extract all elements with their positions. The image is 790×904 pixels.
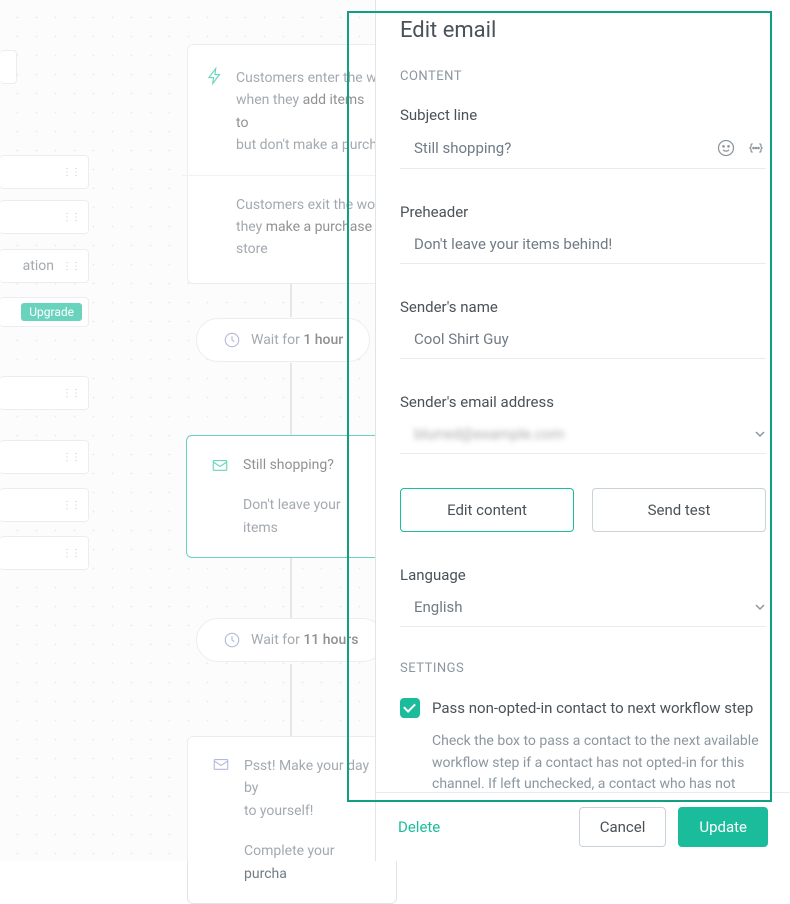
update-button[interactable]: Update [678, 807, 768, 847]
chevron-down-icon [754, 428, 766, 440]
clock-icon [223, 331, 241, 349]
preheader-value: Don't leave your items behind! [400, 235, 766, 253]
language-dropdown[interactable]: English [400, 594, 766, 627]
settings-section-label: SETTINGS [400, 661, 766, 676]
cancel-button[interactable]: Cancel [579, 807, 667, 847]
edit-email-panel: Edit email CONTENT Subject line Still sh… [375, 0, 790, 861]
workflow-email-card[interactable]: Psst! Make your day by to yourself! Comp… [187, 736, 397, 904]
edit-content-button[interactable]: Edit content [400, 488, 574, 532]
sidebar-item[interactable] [0, 376, 89, 410]
sidebar-item-upgrade[interactable]: Upgrade [0, 297, 89, 327]
subject-value: Still shopping? [400, 139, 716, 157]
sidebar-fragment [0, 50, 17, 84]
pass-non-opted-checkbox[interactable] [400, 698, 420, 718]
sidebar-item[interactable] [0, 488, 89, 522]
sidebar-item-ation[interactable]: ation [0, 249, 89, 283]
chevron-down-icon [754, 601, 766, 613]
mail-icon [211, 456, 229, 474]
checkbox-hint: Check the box to pass a contact to the n… [432, 731, 766, 792]
upgrade-badge[interactable]: Upgrade [21, 303, 82, 321]
wait-pill-1hour[interactable]: Wait for 1 hour [196, 318, 370, 362]
panel-title: Edit email [400, 18, 766, 43]
drag-handle-icon[interactable] [62, 391, 80, 396]
trigger-text: Customers enter the w [236, 70, 377, 86]
sender-email-dropdown[interactable]: blurred@example.com [400, 421, 766, 454]
connector-line [290, 664, 292, 736]
sidebar-item[interactable] [0, 536, 89, 570]
preheader-input[interactable]: Don't leave your items behind! [400, 231, 766, 264]
email-subject: Psst! Make your day by [244, 758, 369, 796]
sender-name-value: Cool Shirt Guy [400, 330, 766, 348]
sender-name-label: Sender's name [400, 298, 766, 316]
send-test-button[interactable]: Send test [592, 488, 766, 532]
sidebar-item[interactable] [0, 200, 89, 234]
language-label: Language [400, 566, 766, 584]
drag-handle-icon[interactable] [62, 264, 80, 269]
subject-input[interactable]: Still shopping? [400, 134, 766, 169]
sidebar-item[interactable] [0, 440, 89, 474]
language-value: English [400, 598, 754, 616]
subject-label: Subject line [400, 106, 766, 124]
workflow-trigger-card[interactable]: Customers enter the w when they add item… [187, 44, 397, 284]
mail-icon [212, 755, 230, 773]
panel-footer: Delete Cancel Update [376, 792, 790, 861]
clock-icon [223, 631, 241, 649]
checkbox-label: Pass non-opted-in contact to next workfl… [432, 698, 753, 719]
email-preview: Complete your purcha [212, 840, 372, 885]
wait-label: Wait for [251, 332, 303, 348]
sender-email-value: blurred@example.com [400, 425, 754, 443]
drag-handle-icon[interactable] [62, 170, 80, 175]
drag-handle-icon[interactable] [62, 551, 80, 556]
merge-tag-icon[interactable] [746, 138, 766, 158]
preheader-label: Preheader [400, 203, 766, 221]
drag-handle-icon[interactable] [62, 215, 80, 220]
trigger-icon [206, 67, 224, 85]
connector-line [290, 363, 292, 435]
wait-duration: 11 hours [303, 632, 358, 648]
sender-email-label: Sender's email address [400, 393, 766, 411]
drag-handle-icon[interactable] [62, 503, 80, 508]
emoji-icon[interactable] [716, 138, 736, 158]
wait-pill-11hours[interactable]: Wait for 11 hours [196, 618, 385, 662]
wait-label: Wait for [251, 632, 303, 648]
email-preview: Don't leave your items [211, 494, 371, 539]
drag-handle-icon[interactable] [62, 455, 80, 460]
workflow-email-card-selected[interactable]: Still shopping? Don't leave your items [186, 435, 396, 558]
sender-name-input[interactable]: Cool Shirt Guy [400, 326, 766, 359]
email-subject: Still shopping? [243, 454, 334, 476]
sidebar-item-label: ation [23, 258, 54, 274]
sidebar-item[interactable] [0, 155, 89, 189]
exit-text: Customers exit the wo [236, 197, 375, 213]
content-section-label: CONTENT [400, 69, 766, 84]
delete-link[interactable]: Delete [398, 818, 440, 836]
wait-duration: 1 hour [303, 332, 343, 348]
